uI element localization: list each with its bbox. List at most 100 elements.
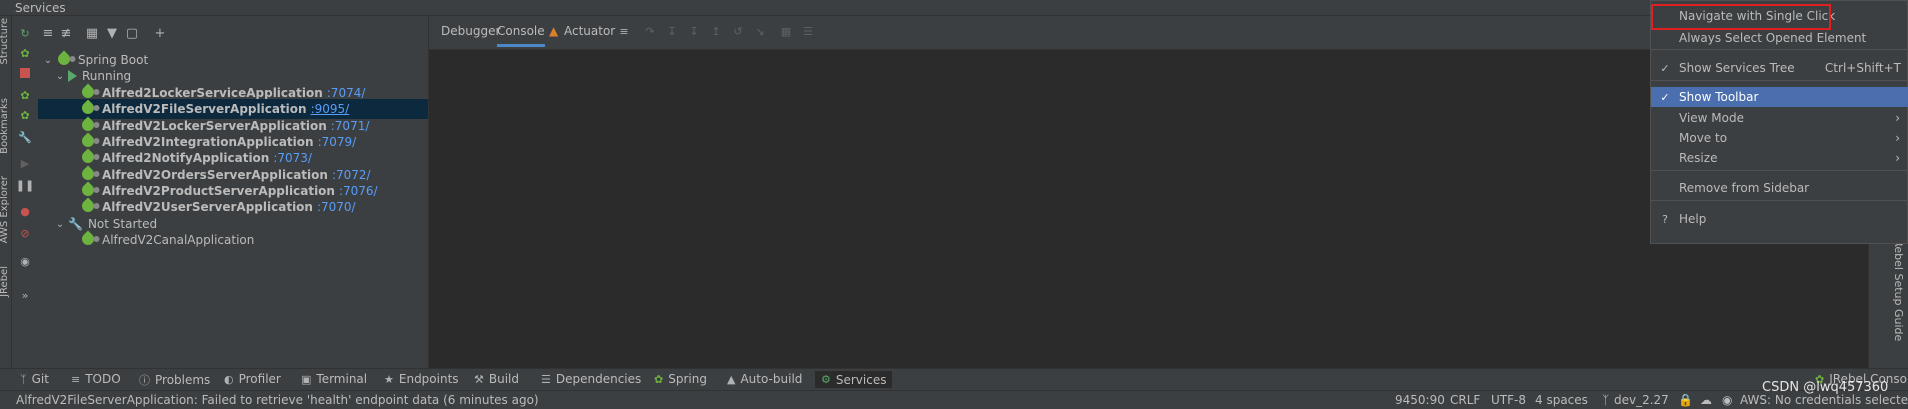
force-step-into-icon[interactable]: ↧ (687, 25, 701, 39)
app-port-link[interactable]: :7073/ (273, 151, 312, 165)
chevron-down-icon[interactable]: ⌄ (42, 55, 54, 66)
aws-explorer-tab[interactable]: AWS Explorer (0, 176, 10, 243)
bookmarks-tab[interactable]: Bookmarks (0, 98, 10, 154)
tool-build[interactable]: ⚒ Build (474, 372, 519, 386)
tab-actuator[interactable]: Actuator (564, 24, 615, 38)
hammer-icon: ⚒ (474, 372, 484, 386)
window-title: Services (15, 1, 66, 15)
spring-run-icon[interactable]: ✿ (18, 46, 32, 60)
menu-item-show-toolbar[interactable]: ✓ Show Toolbar (1651, 87, 1908, 107)
app-port-link[interactable]: :7072/ (332, 168, 371, 182)
breakpoints-icon[interactable]: ● (18, 204, 32, 218)
status-message[interactable]: AlfredV2FileServerApplication: Failed to… (16, 393, 539, 407)
pause-icon[interactable]: ❚❚ (16, 178, 34, 192)
aws-icon: ◉ (1722, 393, 1733, 407)
tree-toolbar: ≡ ≢ ▦ ▼ ▢ + (38, 16, 428, 50)
wrench-icon[interactable]: 🔧 (18, 130, 32, 144)
group-by-icon[interactable]: ▦ (84, 25, 100, 41)
terminal-icon: ▣ (301, 372, 312, 386)
collapse-all-icon[interactable]: ≢ (58, 25, 74, 41)
run-to-cursor-icon[interactable]: ↘ (753, 25, 767, 39)
indent-setting[interactable]: 4 spaces (1535, 393, 1588, 407)
tool-problems[interactable]: ⓘ Problems (139, 372, 210, 388)
menu-item-always-select-opened[interactable]: Always Select Opened Element (1651, 28, 1908, 48)
menu-icon[interactable]: ≡ (617, 25, 631, 39)
tool-auto-build[interactable]: ▲ Auto-build (727, 372, 802, 386)
tab-debugger[interactable]: Debugger (441, 24, 500, 38)
app-port-link[interactable]: :7074/ (327, 86, 366, 100)
wrench-icon: 🔧 (68, 217, 83, 231)
caret-position[interactable]: 9450:90 (1395, 393, 1445, 407)
app-port-link[interactable]: :7071/ (331, 119, 370, 133)
mute-breakpoints-icon[interactable]: ⊘ (18, 226, 32, 240)
app-port-link[interactable]: :9095/ (311, 102, 350, 116)
help-icon: ? (1662, 212, 1668, 226)
menu-shortcut: Ctrl+Shift+T (1824, 61, 1901, 75)
rerun-icon[interactable]: ↻ (18, 26, 32, 40)
spring-icon: ✿ (654, 372, 664, 386)
tool-terminal[interactable]: ▣ Terminal (301, 372, 367, 386)
tree-row-app[interactable]: AlfredV2CanalApplication (38, 230, 428, 250)
tool-todo[interactable]: ≡ TODO (71, 372, 121, 386)
expand-all-icon[interactable]: ≡ (40, 25, 56, 41)
tool-services[interactable]: ⚙ Services (815, 371, 893, 388)
menu-item-view-mode[interactable]: View Mode › (1651, 108, 1908, 128)
app-port-link[interactable]: :7070/ (317, 200, 356, 214)
watermark: CSDN @lwq457360 (1762, 380, 1889, 395)
chevron-down-icon[interactable]: ⌄ (54, 219, 66, 230)
resume-icon[interactable]: ▶ (18, 156, 32, 170)
tab-console[interactable]: Console (497, 24, 545, 47)
tool-endpoints[interactable]: ★ Endpoints (384, 372, 459, 386)
highlight-annotation-box (1651, 4, 1831, 30)
app-name: AlfredV2FileServerApplication (102, 102, 307, 116)
evaluate-icon[interactable]: ▦ (779, 25, 793, 39)
app-name: AlfredV2CanalApplication (102, 233, 255, 247)
step-out-icon[interactable]: ↥ (709, 25, 723, 39)
filter-icon[interactable]: ▼ (104, 25, 120, 41)
warning-icon: ▲ (727, 372, 736, 386)
spring-app-icon (79, 230, 98, 248)
status-bar: AlfredV2FileServerApplication: Failed to… (0, 390, 1908, 409)
file-encoding[interactable]: UTF-8 (1491, 393, 1526, 407)
spring-debug-icon[interactable]: ✿ (18, 88, 32, 102)
app-name: AlfredV2IntegrationApplication (102, 135, 314, 149)
step-into-icon[interactable]: ↧ (665, 25, 679, 39)
tool-profiler[interactable]: ◐ Profiler (224, 372, 281, 386)
spring-app-icon (79, 83, 98, 101)
more-icon[interactable]: » (18, 288, 32, 302)
console-tabs-bar: Debugger Console ▲ Actuator ≡ ↷ ↧ ↧ ↥ ↺ … (429, 16, 1665, 50)
tool-git[interactable]: ᛉ Git (20, 372, 49, 386)
add-service-icon[interactable]: + (152, 25, 168, 41)
line-separator[interactable]: CRLF (1450, 393, 1480, 407)
menu-item-remove-from-sidebar[interactable]: Remove from Sidebar (1651, 178, 1908, 198)
menu-item-help[interactable]: ? Help (1651, 209, 1908, 229)
menu-item-resize[interactable]: Resize › (1651, 148, 1908, 168)
spring-app-icon (79, 116, 98, 134)
settings-icon[interactable]: ☰ (801, 25, 815, 39)
app-port-link[interactable]: :7079/ (318, 135, 357, 149)
structure-tab[interactable]: Structure (0, 18, 10, 65)
app-name: AlfredV2LockerServerApplication (102, 119, 327, 133)
new-tab-icon[interactable]: ▢ (124, 25, 140, 41)
lock-icon[interactable]: 🔒 (1678, 393, 1693, 407)
camera-icon[interactable]: ◉ (18, 254, 32, 268)
spring-app-icon (79, 165, 98, 183)
spring-app-icon (79, 132, 98, 150)
list-icon: ≡ (71, 372, 81, 386)
menu-item-show-services-tree[interactable]: ✓ Show Services Tree Ctrl+Shift+T (1651, 58, 1908, 78)
tool-spring[interactable]: ✿ Spring (654, 372, 707, 386)
drop-frame-icon[interactable]: ↺ (731, 25, 745, 39)
step-over-icon[interactable]: ↷ (643, 25, 657, 39)
menu-item-move-to[interactable]: Move to › (1651, 128, 1908, 148)
aws-credentials[interactable]: AWS: No credentials selected (1740, 393, 1908, 407)
tool-dependencies[interactable]: ☰ Dependencies (541, 372, 641, 386)
jrebel-status-icon[interactable]: ☁ (1700, 393, 1712, 407)
stop-icon[interactable] (18, 66, 32, 80)
console-output[interactable] (429, 50, 1665, 368)
app-port-link[interactable]: :7076/ (339, 184, 378, 198)
git-branch[interactable]: dev_2.27 (1614, 393, 1669, 407)
spring-icon[interactable]: ✿ (18, 108, 32, 122)
jrebel-setup-guide-tab[interactable]: JRebel Setup Guide (1892, 236, 1905, 341)
jrebel-tab[interactable]: JRebel (0, 266, 10, 297)
chevron-down-icon[interactable]: ⌄ (54, 71, 66, 82)
